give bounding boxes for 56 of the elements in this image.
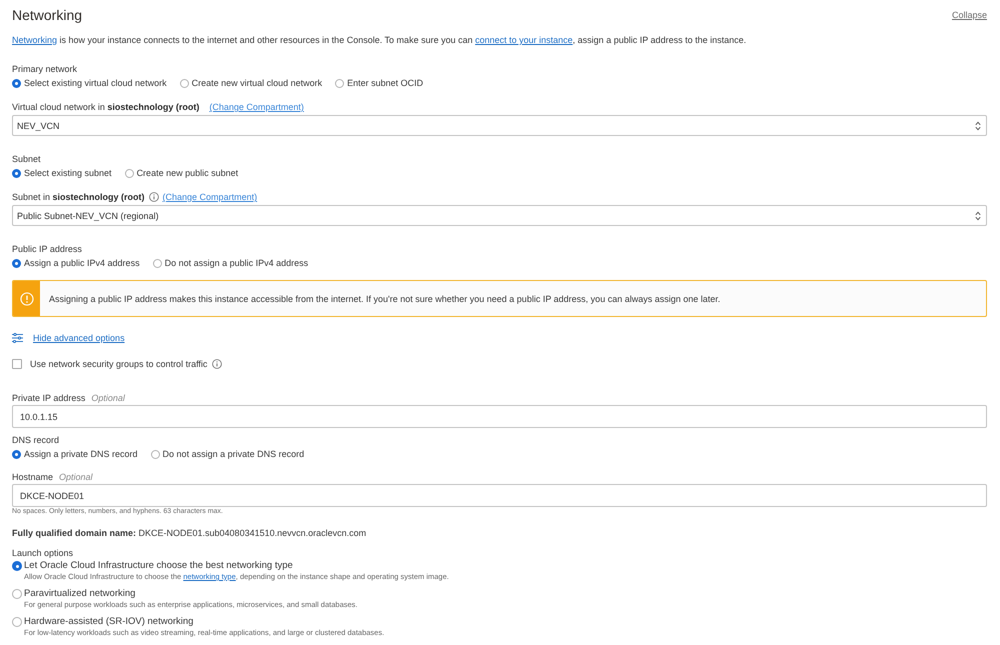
select-field[interactable]: Public Subnet-NEV_VCN (regional) [12, 205, 987, 226]
radio-label: Assign a public IPv4 address [24, 257, 140, 269]
radio-label: Do not assign a public IPv4 address [164, 257, 308, 269]
change-compartment-link[interactable]: (Change Compartment) [162, 191, 258, 203]
field-label: Launch options [12, 547, 74, 559]
field-label: Primary network [12, 63, 78, 75]
checkbox-label: Use network security groups to control traffic [30, 358, 208, 370]
radio-button[interactable] [12, 561, 22, 571]
radio-label: Enter subnet OCID [347, 77, 424, 89]
chevron-up-down-icon [975, 210, 981, 220]
fqdn-text: Fully qualified domain name: DKCE-NODE01.sub04080341510.nevvcn.oraclevcn.com [12, 527, 368, 539]
field-label: Private IP address [12, 392, 86, 404]
radio-label: Create new public subnet [136, 167, 238, 179]
radio-label: Let Oracle Cloud Infrastructure choose the best networking type [24, 560, 293, 572]
radio-label: Select existing virtual cloud network [24, 77, 167, 89]
radio-label: Create new virtual cloud network [192, 77, 322, 89]
radio-label: Assign a private DNS record [24, 448, 138, 460]
warning-text: Assigning a public IP address makes this instance accessible from the internet. If you're not sure whether you need a public IP address, you can always assign one later. [49, 292, 720, 304]
radio-button[interactable] [12, 450, 21, 458]
optional-label: Optional [91, 393, 125, 403]
radio-button[interactable] [335, 78, 344, 88]
radio-label: Select existing subnet [24, 167, 112, 179]
input-field[interactable]: 10.0.1.15 [12, 405, 987, 428]
radio-button[interactable] [152, 258, 162, 268]
optional-label: Optional [59, 472, 93, 482]
radio-button[interactable] [180, 78, 189, 88]
radio-button[interactable] [12, 78, 21, 88]
radio-button[interactable] [150, 450, 160, 458]
info-icon[interactable] [212, 359, 222, 369]
chevron-up-down-icon [975, 120, 981, 130]
radio-label: Paravirtualized networking [24, 588, 136, 600]
advanced-options-toggle[interactable]: Hide advanced options [12, 332, 125, 344]
radio-button[interactable] [124, 168, 134, 178]
radio-button[interactable] [12, 258, 21, 268]
field-label: Subnet [12, 153, 42, 165]
intro-link[interactable]: Networking [12, 35, 58, 45]
radio-label: Hardware-assisted (SR-IOV) networking [24, 616, 194, 628]
sliders-icon [12, 333, 23, 343]
field-label: Virtual cloud network in siostechnology (root) [12, 101, 200, 113]
input-field[interactable]: DKCE-NODE01 [12, 484, 987, 507]
radio-button[interactable] [12, 589, 22, 599]
select-field[interactable]: NEV_VCN [12, 115, 987, 136]
radio-button[interactable] [12, 168, 21, 178]
info-icon[interactable] [148, 192, 159, 202]
radio-label: Do not assign a private DNS record [162, 448, 304, 460]
field-label: DNS record [12, 434, 60, 446]
section-title: Networking [12, 6, 82, 24]
field-label: Public IP address [12, 243, 83, 255]
field-label: Hostname [12, 471, 54, 483]
field-label: Subnet in siostechnology (root) [12, 191, 145, 203]
change-compartment-link[interactable]: (Change Compartment) [209, 101, 304, 113]
checkbox[interactable] [12, 359, 22, 369]
radio-button[interactable] [12, 617, 22, 627]
intro-link[interactable]: connect to your instance [475, 35, 573, 45]
collapse-link[interactable]: Collapse [952, 9, 987, 21]
intro-text: Networking is how your instance connects to the internet and other resources in the Console. To make sure you can connect to your instance, assign a public IP address to the instance. [12, 34, 748, 46]
